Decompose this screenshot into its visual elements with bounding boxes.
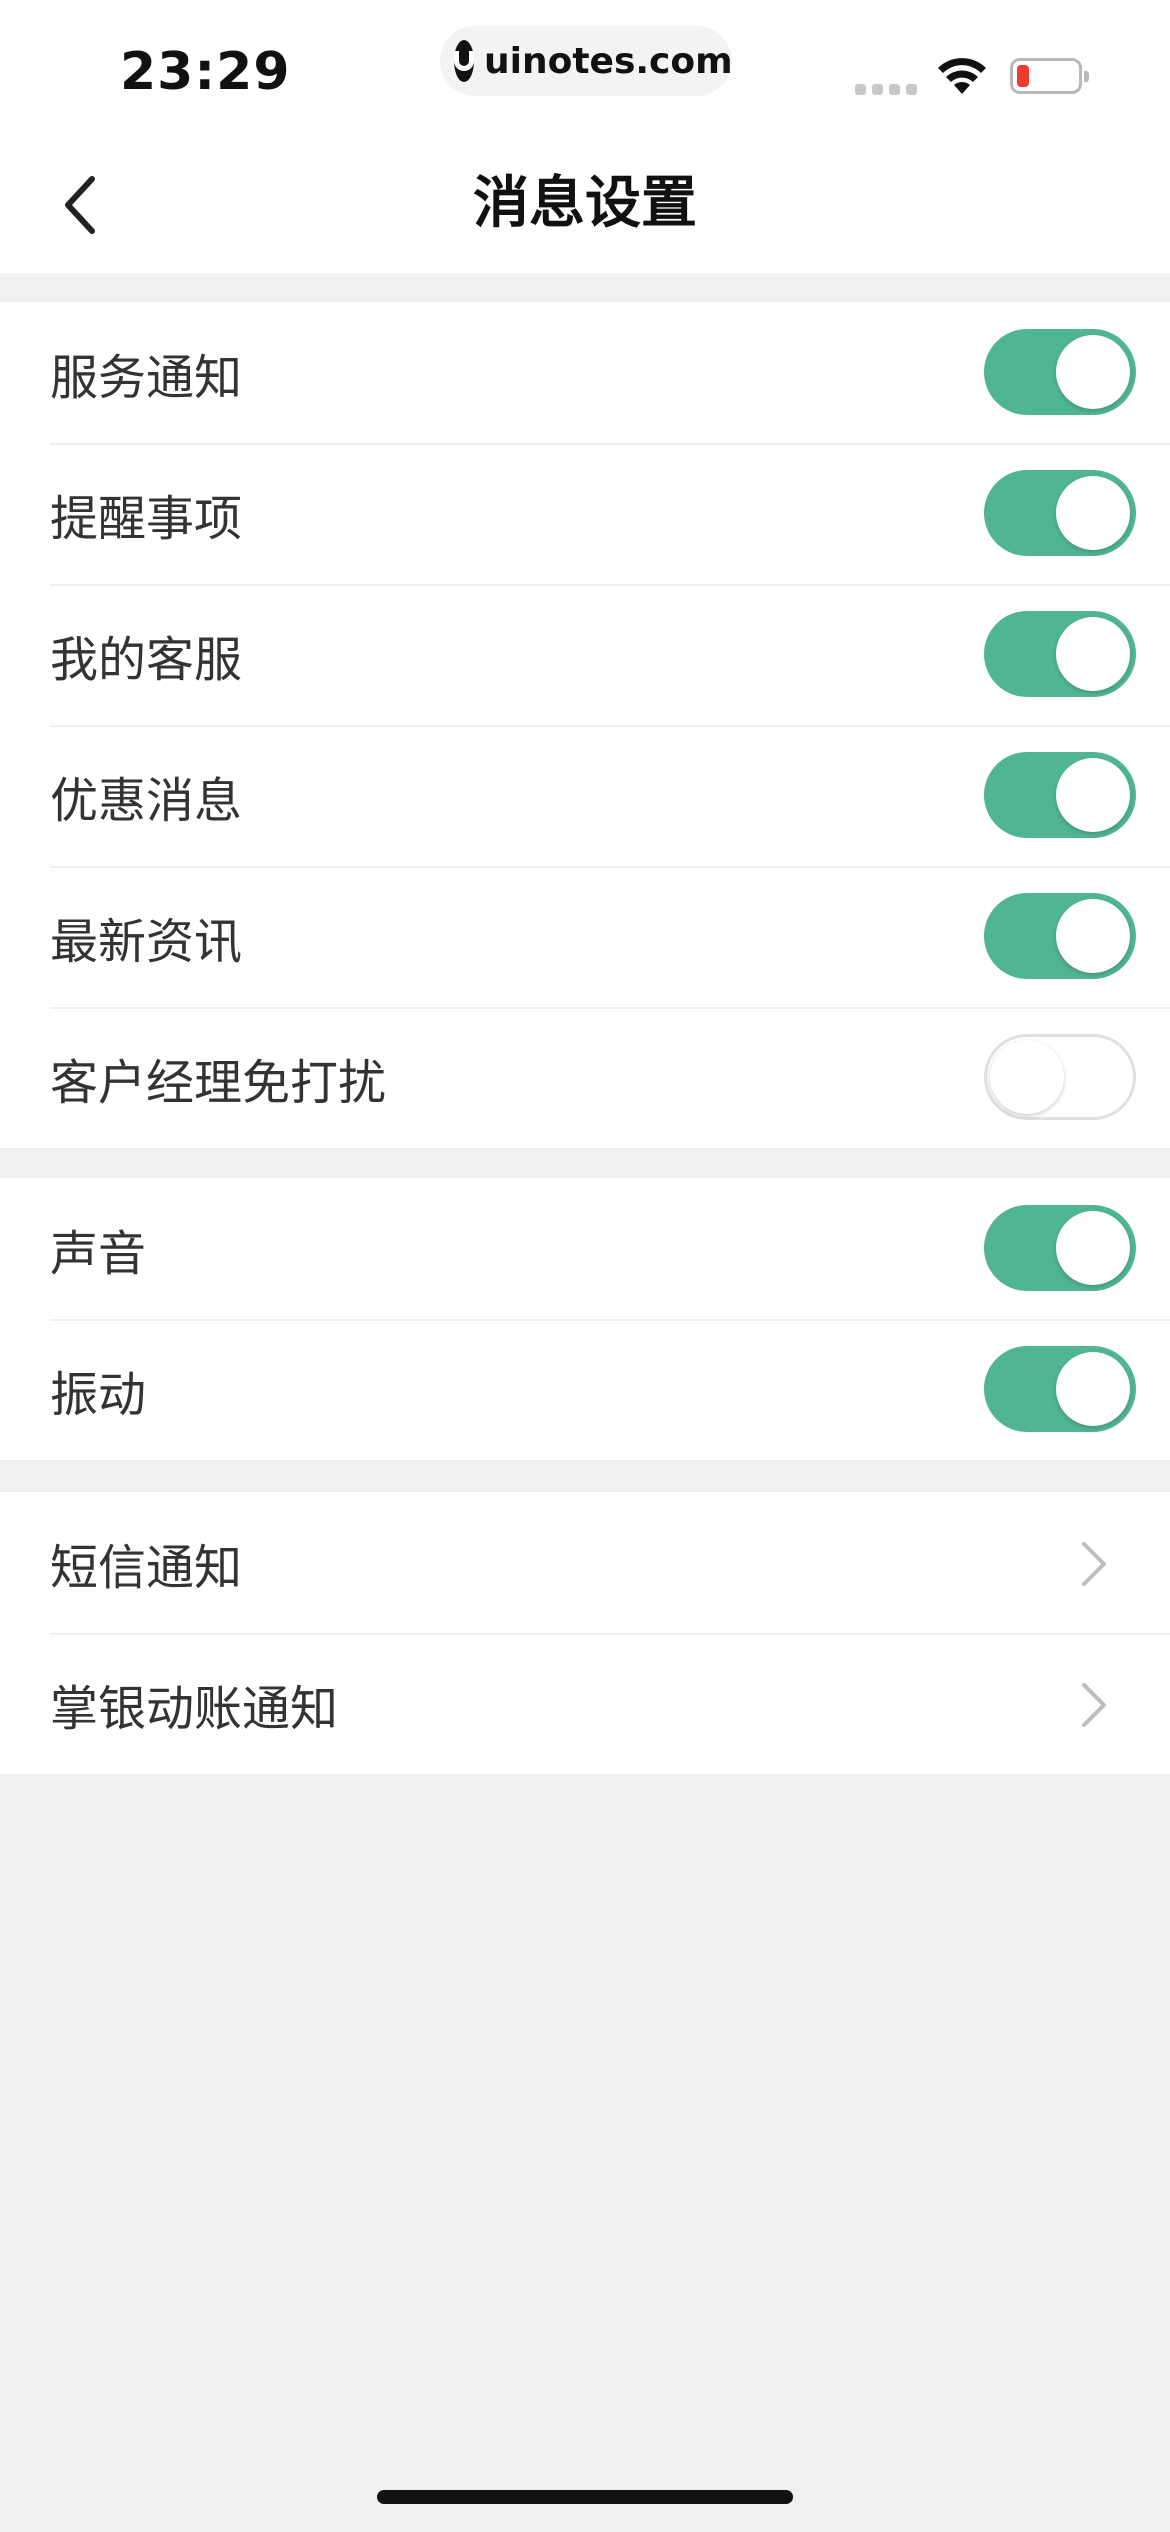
vibration-toggle[interactable] xyxy=(984,1346,1136,1432)
setting-label: 客户经理免打扰 xyxy=(50,1054,387,1111)
service-notice-toggle[interactable] xyxy=(984,329,1136,415)
setting-label: 我的客服 xyxy=(50,631,243,688)
notification-settings-section: 服务通知 提醒事项 我的客服 优惠消息 最新资讯 客户经理免打扰 xyxy=(0,302,1170,1148)
setting-row-news: 最新资讯 xyxy=(0,866,1170,1007)
setting-label: 振动 xyxy=(50,1366,147,1423)
chevron-left-icon xyxy=(65,176,95,234)
news-toggle[interactable] xyxy=(984,893,1136,979)
alert-settings-section: 声音 振动 xyxy=(0,1178,1170,1460)
cellular-signal-icon xyxy=(855,84,917,95)
setting-row-reminder: 提醒事项 xyxy=(0,443,1170,584)
status-time: 23:29 xyxy=(120,42,291,102)
setting-label: 声音 xyxy=(50,1225,147,1282)
setting-row-sound: 声音 xyxy=(0,1178,1170,1319)
sound-toggle[interactable] xyxy=(984,1205,1136,1291)
setting-row-promotions: 优惠消息 xyxy=(0,725,1170,866)
setting-label: 优惠消息 xyxy=(50,772,243,829)
setting-label: 最新资讯 xyxy=(50,913,243,970)
sms-notification-item[interactable]: 短信通知 xyxy=(0,1492,1170,1633)
back-button[interactable] xyxy=(40,165,120,245)
customer-service-toggle[interactable] xyxy=(984,611,1136,697)
setting-label: 提醒事项 xyxy=(50,490,243,547)
setting-label: 掌银动账通知 xyxy=(50,1680,339,1737)
account-movement-notification-item[interactable]: 掌银动账通知 xyxy=(0,1633,1170,1774)
setting-row-vibration: 振动 xyxy=(0,1319,1170,1460)
chevron-right-icon xyxy=(1082,1683,1106,1727)
site-pill: uinotes.com xyxy=(440,26,733,96)
setting-label: 服务通知 xyxy=(50,349,243,406)
setting-row-service: 服务通知 xyxy=(0,302,1170,443)
page-title: 消息设置 xyxy=(473,171,697,236)
reminder-toggle[interactable] xyxy=(984,470,1136,556)
battery-icon xyxy=(1010,58,1089,94)
home-indicator[interactable] xyxy=(377,2490,793,2504)
site-name: uinotes.com xyxy=(484,40,733,82)
setting-row-do-not-disturb: 客户经理免打扰 xyxy=(0,1007,1170,1148)
status-bar: 23:29 uinotes.com xyxy=(0,0,1170,135)
chevron-right-icon xyxy=(1082,1542,1106,1586)
manager-do-not-disturb-toggle[interactable] xyxy=(984,1034,1136,1120)
wifi-icon xyxy=(938,58,986,94)
battery-level xyxy=(1017,65,1029,87)
promotions-toggle[interactable] xyxy=(984,752,1136,838)
nav-bar: 消息设置 xyxy=(0,135,1170,273)
setting-label: 短信通知 xyxy=(50,1539,243,1596)
link-settings-section: 短信通知 掌银动账通知 xyxy=(0,1492,1170,1774)
site-logo-icon xyxy=(454,40,474,82)
setting-row-customer-service: 我的客服 xyxy=(0,584,1170,725)
